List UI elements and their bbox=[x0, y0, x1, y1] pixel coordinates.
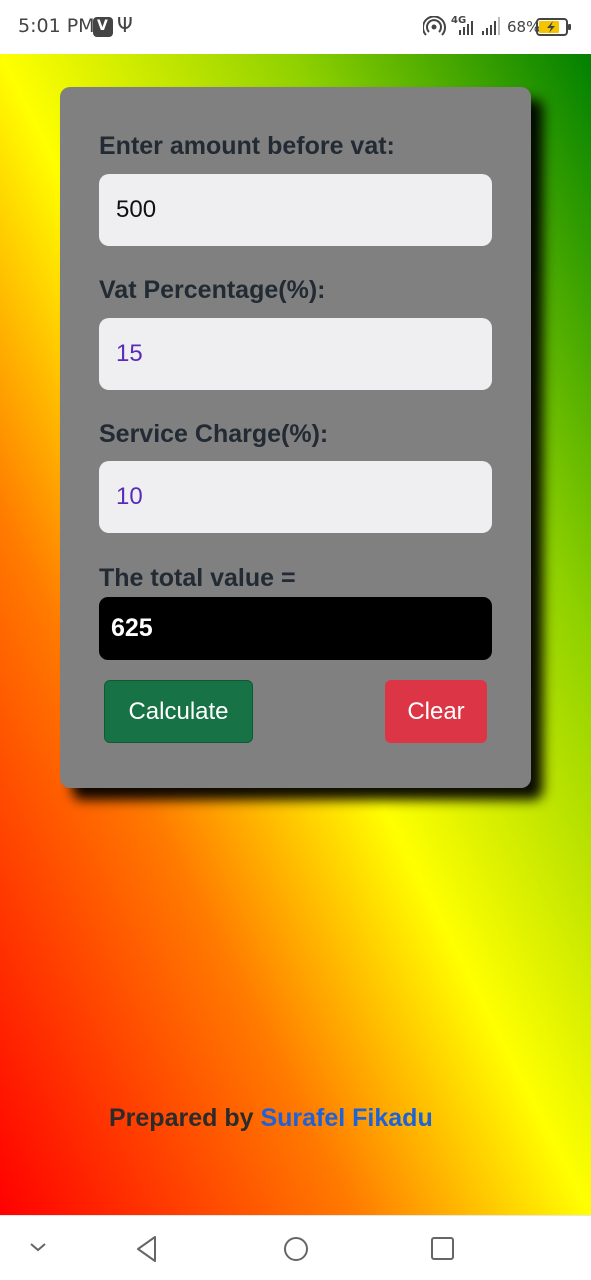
amount-label: Enter amount before vat: bbox=[99, 132, 395, 160]
credit-text: Prepared by Surafel Fikadu bbox=[109, 1104, 433, 1133]
hotspot-icon bbox=[423, 16, 446, 36]
home-icon[interactable] bbox=[281, 1234, 311, 1264]
navigation-bar bbox=[0, 1215, 591, 1280]
service-charge-input[interactable] bbox=[99, 461, 492, 533]
amount-input[interactable] bbox=[99, 174, 492, 246]
calculate-button[interactable]: Calculate bbox=[104, 680, 253, 743]
author-link[interactable]: Surafel Fikadu bbox=[260, 1104, 432, 1132]
calculator-card: Enter amount before vat: Vat Percentage(… bbox=[60, 87, 531, 788]
signal-4g-icon: 4G bbox=[451, 15, 473, 35]
total-label: The total value = bbox=[99, 564, 296, 592]
vat-percentage-input[interactable] bbox=[99, 318, 492, 390]
service-charge-label: Service Charge(%): bbox=[99, 420, 329, 448]
signal-icon bbox=[482, 17, 500, 35]
battery-charging-icon bbox=[536, 18, 571, 36]
chevron-down-icon[interactable] bbox=[28, 1240, 48, 1254]
status-bar: 5:01 PM V Ψ 4G 68% bbox=[0, 0, 591, 54]
vat-label: Vat Percentage(%): bbox=[99, 276, 326, 304]
app-background: Enter amount before vat: Vat Percentage(… bbox=[0, 54, 591, 1215]
svg-text:4G: 4G bbox=[451, 15, 466, 26]
prepared-by-text: Prepared by bbox=[109, 1104, 261, 1132]
total-result: 625 bbox=[99, 597, 492, 660]
usb-icon: Ψ bbox=[117, 13, 133, 37]
status-time: 5:01 PM bbox=[18, 15, 95, 37]
back-icon[interactable] bbox=[133, 1234, 161, 1264]
clear-button[interactable]: Clear bbox=[385, 680, 487, 743]
recents-icon[interactable] bbox=[429, 1234, 457, 1264]
v-app-icon: V bbox=[93, 17, 113, 37]
